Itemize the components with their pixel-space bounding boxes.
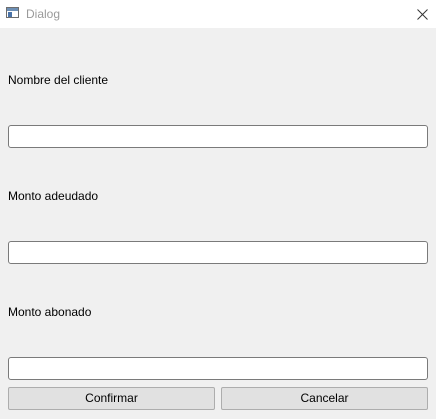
close-button[interactable] xyxy=(408,2,436,26)
amount-paid-input[interactable] xyxy=(8,357,428,380)
client-name-label: Nombre del cliente xyxy=(8,73,109,87)
dialog-window: Dialog Nombre del cliente Monto adeudado… xyxy=(0,0,436,419)
close-icon xyxy=(417,9,428,20)
window-title: Dialog xyxy=(26,7,61,21)
confirm-button[interactable]: Confirmar xyxy=(8,387,215,410)
amount-owed-input[interactable] xyxy=(8,241,428,264)
amount-paid-label: Monto abonado xyxy=(8,305,92,319)
window-app-icon xyxy=(6,7,19,18)
title-bar[interactable]: Dialog xyxy=(0,0,436,28)
amount-owed-label: Monto adeudado xyxy=(8,189,99,203)
client-name-input[interactable] xyxy=(8,125,428,148)
cancel-button[interactable]: Cancelar xyxy=(221,387,428,410)
